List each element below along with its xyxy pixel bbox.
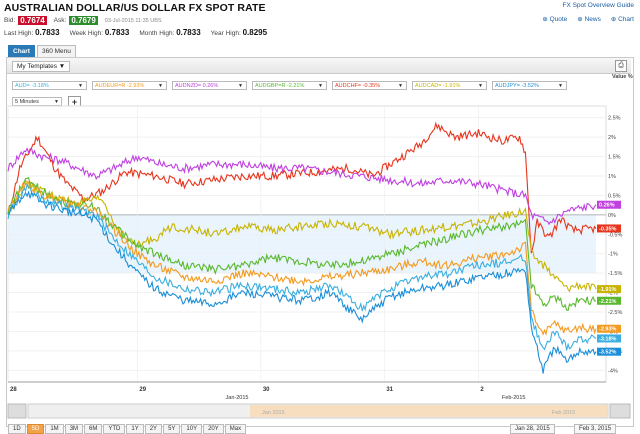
y-tick-label: 0.5%: [608, 193, 621, 199]
range-button-5d[interactable]: 5D: [26, 424, 45, 434]
x-tick-label: 30: [263, 387, 270, 393]
series-end-label: -2.21%: [599, 299, 617, 305]
y-tick-label: 1.5%: [608, 155, 621, 161]
range-button-1m[interactable]: 1M: [45, 424, 64, 434]
series-end-label: -1.91%: [599, 287, 617, 293]
range-button-1d[interactable]: 1D: [8, 424, 26, 434]
series-end-label: -3.18%: [599, 336, 617, 342]
range-button-10y[interactable]: 10Y: [181, 424, 203, 434]
x-tick-label: 31: [386, 387, 393, 393]
chart-svg: 2.5%2%1.5%1%0.5%0%-0.5%-1%-1.5%-2%-2.5%-…: [7, 105, 631, 419]
range-buttons: 1D 5D 1M 3M 6M YTD 1Y 2Y 5Y 10Y 20Y Max: [8, 424, 247, 434]
x-month-label: Jan-2015: [226, 395, 249, 401]
navigator-label-left: Jan 2015: [262, 410, 285, 416]
y-tick-label: -4%: [608, 368, 618, 374]
series-end-label: -2.93%: [599, 327, 617, 333]
range-button-5y[interactable]: 5Y: [163, 424, 181, 434]
x-tick-label: 29: [139, 387, 146, 393]
navigator-label-right: Feb 2015: [552, 410, 575, 416]
y-tick-label: -0.5%: [608, 232, 622, 238]
range-button-6m[interactable]: 6M: [84, 424, 103, 434]
x-month-label: Feb-2015: [502, 395, 526, 401]
navigator-left-handle: [7, 403, 27, 419]
range-button-2y[interactable]: 2Y: [144, 424, 163, 434]
series-end-label: -3.52%: [599, 350, 617, 356]
range-button-3m[interactable]: 3M: [64, 424, 84, 434]
y-tick-label: 2%: [608, 135, 616, 141]
range-button-20y[interactable]: 20Y: [203, 424, 224, 434]
range-button-1y[interactable]: 1Y: [126, 424, 144, 434]
y-tick-label: 2.5%: [608, 116, 621, 122]
baseline-fill: [8, 214, 596, 274]
date-from[interactable]: Jan 28, 2015: [510, 424, 555, 434]
y-tick-label: -1.5%: [608, 271, 622, 277]
series-end-label: 0.26%: [599, 203, 615, 209]
series-end-label: -0.35%: [599, 226, 617, 232]
date-to[interactable]: Feb 3, 2015: [574, 424, 617, 434]
x-tick-label: 28: [10, 387, 17, 393]
y-tick-label: 0%: [608, 213, 616, 219]
y-tick-label: 1%: [608, 174, 616, 180]
y-tick-label: -1%: [608, 252, 618, 258]
range-button-max[interactable]: Max: [224, 424, 247, 434]
navigator-right-handle: [609, 403, 631, 419]
y-tick-label: -2.5%: [608, 310, 622, 316]
range-button-ytd[interactable]: YTD: [103, 424, 126, 434]
x-tick-label: 2: [480, 387, 484, 393]
